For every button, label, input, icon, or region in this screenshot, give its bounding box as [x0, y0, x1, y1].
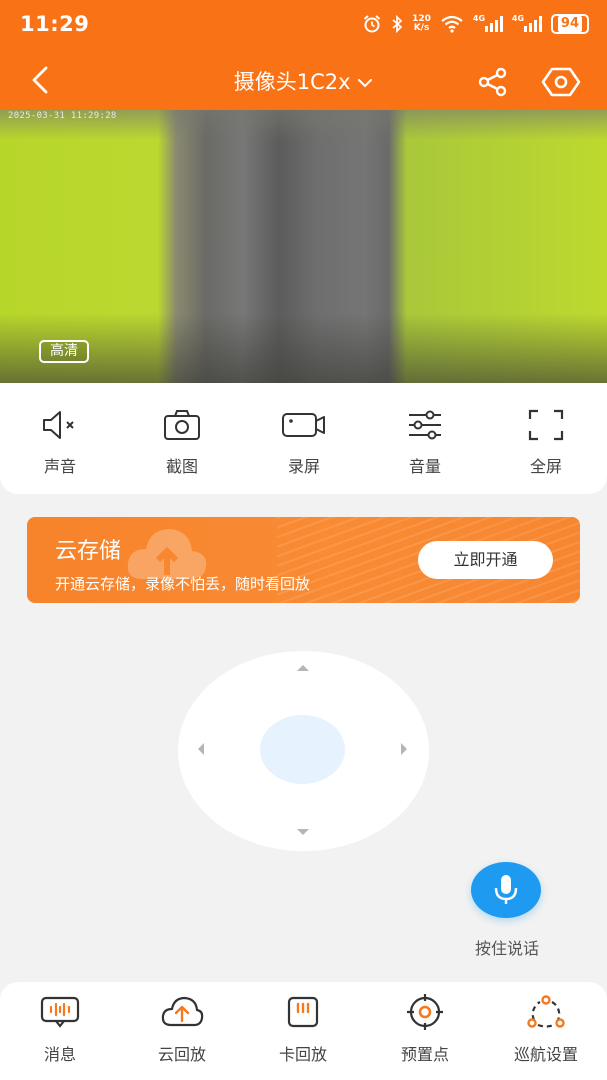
- banner-subtitle: 开通云存储，录像不怕丢，随时看回放: [55, 575, 311, 593]
- device-title-selector[interactable]: 摄像头1C2x: [0, 66, 607, 96]
- activate-cloud-button[interactable]: 立即开通: [418, 541, 553, 579]
- cruise-icon: [527, 995, 565, 1028]
- banner-title: 云存储: [55, 539, 122, 564]
- settings-icon: [541, 67, 581, 97]
- sd-card-icon: [287, 996, 319, 1028]
- arrow-right-icon: [401, 743, 407, 755]
- page-title: 摄像头1C2x: [233, 70, 351, 94]
- video-timestamp: 2025-03-31 11:29:28: [8, 111, 117, 121]
- nav-preset-points-label: 预置点: [400, 1045, 449, 1064]
- record-button[interactable]: 录屏: [254, 407, 354, 477]
- ptz-control-pad: [178, 651, 429, 851]
- sliders-icon: [409, 410, 441, 440]
- screenshot-button[interactable]: 截图: [132, 407, 232, 477]
- camera-icon: [164, 410, 200, 440]
- fullscreen-button[interactable]: 全屏: [496, 407, 596, 477]
- control-panel: 声音 截图 录屏 音量 全屏: [0, 383, 607, 494]
- target-icon: [407, 994, 443, 1030]
- share-icon: [478, 67, 507, 97]
- push-to-talk-label: 按住说话: [474, 939, 539, 958]
- net-speed-unit: K/s: [413, 23, 430, 33]
- video-record-icon: [282, 413, 325, 437]
- cloud-storage-banner[interactable]: 云存储 开通云存储，录像不怕丢，随时看回放 立即开通: [27, 517, 580, 603]
- quality-toggle[interactable]: 高清: [39, 340, 89, 363]
- speaker-muted-icon: [43, 411, 74, 439]
- ptz-left-button[interactable]: [190, 738, 212, 760]
- fullscreen-label: 全屏: [529, 457, 562, 476]
- nav-card-playback[interactable]: 卡回放: [253, 994, 353, 1065]
- screenshot-label: 截图: [165, 457, 198, 476]
- wifi-icon: [440, 15, 464, 33]
- status-time: 11:29: [20, 12, 90, 36]
- net-speed: 120 K/s: [412, 15, 431, 33]
- cell-signal-2-label: 4G: [511, 14, 525, 23]
- battery-indicator: 94: [550, 14, 589, 34]
- ptz-down-button[interactable]: [292, 821, 314, 843]
- video-bottom-shade: [0, 313, 607, 383]
- sound-label: 声音: [43, 457, 76, 476]
- nav-card-playback-label: 卡回放: [278, 1045, 327, 1064]
- battery-level: 94: [557, 16, 582, 32]
- nav-messages[interactable]: 消息: [10, 994, 110, 1065]
- status-bar: 11:29 120 K/s 4G 4G 94: [0, 0, 607, 50]
- status-icons: 120 K/s 4G 4G 94: [362, 14, 589, 34]
- arrow-down-icon: [297, 829, 309, 835]
- nav-cloud-playback-label: 云回放: [157, 1045, 206, 1064]
- nav-cruise-settings-label: 巡航设置: [513, 1045, 578, 1064]
- ptz-up-button[interactable]: [292, 657, 314, 679]
- live-video-view[interactable]: 2025-03-31 11:29:28 高清: [0, 110, 607, 383]
- cell-signal-2: 4G: [511, 14, 542, 32]
- nav-cruise-settings[interactable]: 巡航设置: [496, 994, 596, 1065]
- header-bar: 摄像头1C2x: [0, 52, 607, 110]
- arrow-left-icon: [198, 743, 204, 755]
- cell-signal-1: 4G: [472, 14, 503, 32]
- microphone-icon: [494, 875, 518, 904]
- arrow-up-icon: [297, 665, 309, 671]
- volume-button[interactable]: 音量: [375, 407, 475, 477]
- sound-button[interactable]: 声音: [10, 407, 110, 477]
- settings-button[interactable]: [539, 62, 583, 102]
- alarm-icon: [362, 14, 382, 34]
- ptz-right-button[interactable]: [393, 738, 415, 760]
- cloud-upload-icon: [161, 996, 204, 1027]
- ptz-center-button[interactable]: [260, 715, 345, 784]
- bottom-nav: 消息 云回放 卡回放 预置点 巡航设置: [0, 982, 607, 1080]
- volume-label: 音量: [408, 457, 441, 476]
- share-button[interactable]: [474, 64, 512, 100]
- cell-signal-1-label: 4G: [472, 14, 486, 23]
- push-to-talk-button[interactable]: [471, 862, 541, 918]
- message-icon: [40, 996, 80, 1028]
- record-label: 录屏: [287, 457, 320, 476]
- bluetooth-icon: [391, 15, 403, 33]
- fullscreen-icon: [528, 409, 564, 441]
- nav-cloud-playback[interactable]: 云回放: [132, 994, 232, 1065]
- nav-preset-points[interactable]: 预置点: [375, 994, 475, 1065]
- chevron-down-icon: [357, 69, 373, 93]
- nav-messages-label: 消息: [43, 1045, 76, 1064]
- top-bar: 11:29 120 K/s 4G 4G 94 摄像头1C2x: [0, 0, 607, 110]
